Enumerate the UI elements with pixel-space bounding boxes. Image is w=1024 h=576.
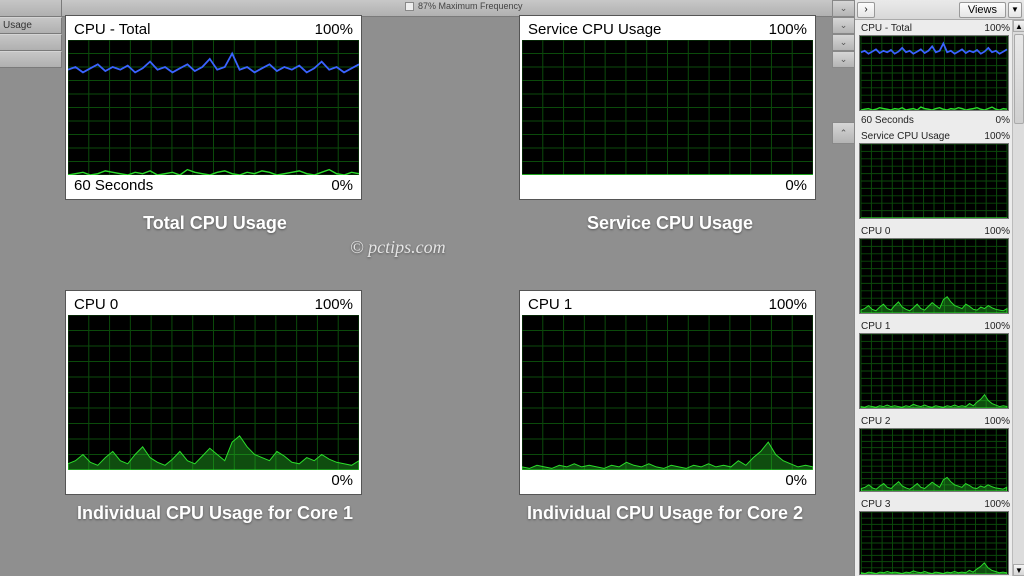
chart-title: CPU - Total	[74, 21, 150, 38]
chart-panel-cpu-total: CPU - Total 100% 60 Seconds 0%	[66, 16, 361, 199]
thumbnail-chart	[859, 333, 1009, 409]
header-strip-usage: Usage	[0, 17, 62, 34]
chevron-down-icon[interactable]: ⌄	[832, 51, 854, 68]
chart-canvas	[522, 315, 813, 470]
chevron-down-icon[interactable]: ⌄	[832, 17, 854, 34]
chart-min-label: 0%	[785, 472, 807, 489]
chart-panel-cpu1: CPU 1 100% 0%	[520, 291, 815, 494]
chart-min-label: 0%	[785, 177, 807, 194]
thumbnail-chart	[859, 143, 1009, 219]
chart-max-label: 100%	[769, 296, 807, 313]
thumbnail-header: CPU 3 100%	[859, 498, 1012, 511]
max-frequency-label: 87% Maximum Frequency	[418, 1, 523, 11]
thumbnail-footer: 60 Seconds0%	[859, 114, 1012, 127]
watermark: © pctips.com	[350, 237, 446, 258]
sidebar-thumbnail[interactable]: CPU - Total 100% 60 Seconds0%	[859, 22, 1012, 127]
thumbnail-header: CPU 1 100%	[859, 320, 1012, 333]
checkbox-icon	[405, 2, 414, 11]
overview-sidebar: › Views ▼ CPU - Total 100% 60 Seconds0% Ser…	[854, 0, 1024, 576]
caption-total: Total CPU Usage	[100, 213, 330, 234]
chart-title: CPU 0	[74, 296, 118, 313]
sidebar-thumbnail[interactable]: CPU 3 100%	[859, 498, 1012, 576]
thumbnail-header: CPU 2 100%	[859, 415, 1012, 428]
caption-cpu1: Individual CPU Usage for Core 2	[480, 503, 850, 524]
chart-canvas	[68, 315, 359, 470]
header-strip	[0, 51, 62, 68]
chart-max-label: 100%	[769, 21, 807, 38]
thumbnail-max: 100%	[984, 416, 1010, 427]
thumbnail-header: CPU 0 100%	[859, 225, 1012, 238]
views-button[interactable]: Views	[959, 2, 1006, 18]
max-frequency-indicator: 87% Maximum Frequency	[405, 1, 523, 11]
chart-min-label: 0%	[331, 177, 353, 194]
thumbnail-max: 100%	[984, 131, 1010, 142]
thumbnail-title: Service CPU Usage	[861, 131, 950, 142]
chart-min-label: 0%	[331, 472, 353, 489]
chart-max-label: 100%	[315, 21, 353, 38]
chevron-down-icon[interactable]: ⌄	[832, 34, 854, 51]
thumbnail-chart	[859, 238, 1009, 314]
sidebar-toolbar: › Views ▼	[855, 0, 1024, 20]
thumbnail-title: CPU - Total	[861, 23, 912, 34]
thumbnail-max: 100%	[984, 321, 1010, 332]
chart-xaxis-label: 60 Seconds	[74, 177, 153, 194]
overview-header-bar: 87% Maximum Frequency	[0, 0, 854, 17]
thumbnail-header: CPU - Total 100%	[859, 22, 1012, 35]
chart-panel-service-cpu: Service CPU Usage 100% 0%	[520, 16, 815, 199]
thumbnail-title: CPU 3	[861, 499, 890, 510]
chart-max-label: 100%	[315, 296, 353, 313]
views-dropdown-icon[interactable]: ▼	[1008, 2, 1022, 18]
left-collapsed-headers: Usage	[0, 0, 62, 68]
chart-canvas	[68, 40, 359, 175]
chart-panel-cpu0: CPU 0 100% 0%	[66, 291, 361, 494]
scroll-down-icon[interactable]: ▼	[1013, 564, 1024, 576]
thumbnail-title: CPU 2	[861, 416, 890, 427]
sidebar-thumbnail[interactable]: Service CPU Usage 100%	[859, 130, 1012, 222]
sidebar-thumbnail[interactable]: CPU 1 100%	[859, 320, 1012, 412]
thumbnail-header: Service CPU Usage 100%	[859, 130, 1012, 143]
thumbnail-title: CPU 0	[861, 226, 890, 237]
nav-prev-button[interactable]: ›	[857, 2, 875, 18]
thumbnail-max: 100%	[984, 23, 1010, 34]
sidebar-thumbnail[interactable]: CPU 0 100%	[859, 225, 1012, 317]
sidebar-thumbnail[interactable]: CPU 2 100%	[859, 415, 1012, 495]
caption-service: Service CPU Usage	[555, 213, 785, 234]
chevron-up-icon[interactable]: ⌃	[832, 122, 854, 144]
thumbnail-chart	[859, 428, 1009, 492]
scrollbar[interactable]: ▲ ▼	[1012, 20, 1024, 576]
caption-cpu0: Individual CPU Usage for Core 1	[60, 503, 370, 524]
thumbnail-chart	[859, 35, 1009, 111]
thumbnail-max: 100%	[984, 499, 1010, 510]
thumbnail-title: CPU 1	[861, 321, 890, 332]
panel-collapse-column: ⌄ ⌄ ⌄ ⌄ ⌃	[832, 0, 854, 144]
sidebar-body: CPU - Total 100% 60 Seconds0% Service CPU U…	[855, 20, 1024, 576]
thumbnail-max: 100%	[984, 226, 1010, 237]
scrollbar-thumb[interactable]	[1014, 34, 1024, 124]
chevron-down-icon[interactable]: ⌄	[832, 0, 854, 17]
chart-title: Service CPU Usage	[528, 21, 661, 38]
chart-title: CPU 1	[528, 296, 572, 313]
thumbnail-chart	[859, 511, 1009, 575]
chart-canvas	[522, 40, 813, 175]
header-strip	[0, 34, 62, 51]
header-strip	[0, 0, 62, 17]
scroll-up-icon[interactable]: ▲	[1013, 20, 1024, 32]
